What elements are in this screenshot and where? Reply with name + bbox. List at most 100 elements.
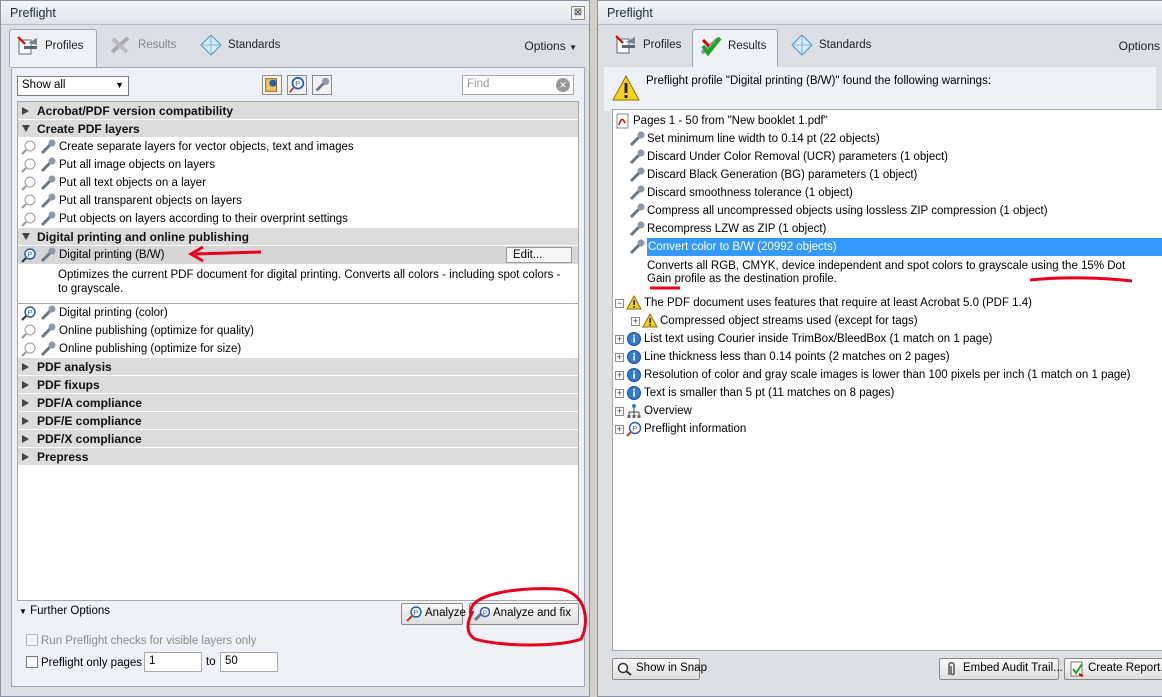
- warning-message: Preflight profile "Digital printing (B/W…: [646, 75, 992, 87]
- fixup-item[interactable]: Set minimum line width to 0.14 pt (22 ob…: [613, 130, 1162, 148]
- expand-icon[interactable]: +: [615, 370, 624, 380]
- group-label: Create PDF layers: [37, 121, 140, 136]
- further-options-toggle[interactable]: ▼ Further Options: [19, 605, 110, 617]
- profiles-content: Show all ▼ P Find ✕ Acrobat/PDF version co…: [11, 67, 585, 687]
- checkbox[interactable]: [26, 634, 38, 646]
- close-button[interactable]: ⊠: [571, 6, 585, 20]
- options-label: Options: [1118, 39, 1160, 53]
- profile-item[interactable]: Create separate layers for vector object…: [18, 138, 578, 156]
- to-page-field[interactable]: 50: [220, 652, 278, 672]
- panel-title-text: Preflight: [10, 6, 56, 20]
- expand-icon[interactable]: +: [615, 388, 624, 398]
- info-node[interactable]: + Line thickness less than 0.14 points (2…: [613, 348, 1162, 366]
- svg-text:P: P: [414, 610, 419, 617]
- tab-results[interactable]: Results: [692, 29, 778, 67]
- profile-toolbar-button-2[interactable]: P: [287, 75, 307, 95]
- tab-standards[interactable]: Standards: [784, 29, 884, 67]
- profile-item[interactable]: Put objects on layers according to their…: [18, 210, 578, 228]
- profile-item[interactable]: P Digital printing (color): [18, 304, 578, 322]
- expand-arrow-icon: [22, 452, 29, 461]
- check-icon: [21, 140, 36, 155]
- find-input[interactable]: Find ✕: [462, 75, 574, 95]
- show-in-snap-button[interactable]: Show in Snap: [612, 658, 707, 680]
- profile-label: Put all text objects on a layer: [59, 177, 207, 189]
- snap-magnifier-icon: [617, 662, 632, 676]
- tab-results[interactable]: Results: [103, 29, 183, 67]
- group-pdfe-compliance[interactable]: PDF/E compliance: [18, 412, 578, 430]
- visible-layers-option[interactable]: Run Preflight checks for visible layers …: [26, 634, 256, 647]
- from-page-field[interactable]: 1: [144, 652, 202, 672]
- fixup-item-selected[interactable]: Convert color to B/W (20992 objects): [613, 238, 1162, 256]
- expand-icon[interactable]: +: [615, 352, 624, 362]
- info-node[interactable]: + List text using Courier inside TrimBox/…: [613, 330, 1162, 348]
- checkbox[interactable]: [26, 656, 38, 668]
- further-options-label: Further Options: [30, 605, 111, 617]
- group-digital-printing[interactable]: Digital printing and online publishing: [18, 228, 578, 246]
- group-label: PDF/E compliance: [37, 413, 142, 428]
- only-pages-label: Preflight only pages: [41, 657, 143, 669]
- warning-node[interactable]: − The PDF document uses features that req…: [613, 294, 1162, 312]
- filter-select[interactable]: Show all ▼: [17, 76, 129, 96]
- fixup-item[interactable]: Discard smoothness tolerance (1 object): [613, 184, 1162, 202]
- group-pdfa-compliance[interactable]: PDF/A compliance: [18, 394, 578, 412]
- analyze-and-fix-button[interactable]: P Analyze and fix: [469, 603, 579, 625]
- profile-item[interactable]: Put all text objects on a layer: [18, 174, 578, 192]
- info-label: Resolution of color and gray scale image…: [644, 369, 1131, 381]
- panel-title: Preflight ⊠: [1, 1, 589, 25]
- analyze-button[interactable]: P Analyze: [401, 603, 466, 625]
- tab-bar: Profiles Results Standards Options: [604, 29, 1160, 67]
- fixup-item[interactable]: Discard Under Color Removal (UCR) parame…: [613, 148, 1162, 166]
- clear-search-icon[interactable]: ✕: [556, 78, 570, 92]
- tab-profiles[interactable]: Profiles: [608, 29, 694, 67]
- profile-item-selected[interactable]: PDigital printing (B/W) Edit... ▼: [18, 246, 578, 264]
- group-pdf-fixups[interactable]: PDF fixups: [18, 376, 578, 394]
- tab-profiles[interactable]: Profiles: [9, 29, 97, 67]
- profile-item[interactable]: Online publishing (optimize for size): [18, 340, 578, 358]
- create-report-button[interactable]: Create Report...: [1064, 658, 1162, 680]
- profile-item[interactable]: Online publishing (optimize for quality): [18, 322, 578, 340]
- chevron-down-icon: ▼: [115, 80, 124, 90]
- expand-icon[interactable]: +: [631, 316, 640, 326]
- preflight-info-node[interactable]: + P Preflight information: [613, 420, 1162, 438]
- show-snap-label: Show in Snap: [636, 662, 707, 674]
- options-menu[interactable]: Options: [1119, 39, 1160, 53]
- preflight-only-pages-option[interactable]: Preflight only pages: [26, 656, 142, 669]
- group-acrobat-pdf-version[interactable]: Acrobat/PDF version compatibility: [18, 102, 578, 120]
- info-node[interactable]: + Text is smaller than 5 pt (11 matches o…: [613, 384, 1162, 402]
- embed-audit-trail-button[interactable]: Embed Audit Trail...: [939, 658, 1063, 680]
- svg-text:P: P: [483, 610, 487, 617]
- tab-bar: Profiles Results Standards Options ▼: [7, 29, 583, 67]
- expand-icon[interactable]: +: [615, 406, 624, 416]
- edit-profile-button[interactable]: Edit...: [506, 247, 572, 263]
- group-prepress[interactable]: Prepress: [18, 448, 578, 466]
- info-node[interactable]: + Resolution of color and gray scale imag…: [613, 366, 1162, 384]
- profile-toolbar-button-1[interactable]: [262, 75, 282, 95]
- fixup-item[interactable]: Discard Black Generation (BG) parameters…: [613, 166, 1162, 184]
- expand-arrow-icon: [22, 380, 29, 389]
- group-pdf-analysis[interactable]: PDF analysis: [18, 358, 578, 376]
- results-tree: Pages 1 - 50 from "New booklet 1.pdf" Se…: [612, 109, 1162, 651]
- group-label: PDF/X compliance: [37, 431, 142, 446]
- overview-node[interactable]: + Overview: [613, 402, 1162, 420]
- fixup-wrench-icon: [40, 193, 56, 209]
- tree-root[interactable]: Pages 1 - 50 from "New booklet 1.pdf": [613, 112, 1162, 130]
- fixup-item[interactable]: Recompress LZW as ZIP (1 object): [613, 220, 1162, 238]
- standards-icon: [200, 34, 222, 56]
- fixup-item[interactable]: Compress all uncompressed objects using …: [613, 202, 1162, 220]
- profile-toolbar-button-3[interactable]: [312, 75, 332, 95]
- profile-item[interactable]: Put all transparent objects on layers: [18, 192, 578, 210]
- group-create-pdf-layers[interactable]: Create PDF layers: [18, 120, 578, 138]
- create-report-label: Create Report...: [1088, 662, 1162, 674]
- expand-icon[interactable]: +: [615, 424, 624, 434]
- warning-child[interactable]: + Compressed object streams used (except …: [613, 312, 1162, 330]
- overview-label: Overview: [644, 405, 692, 417]
- collapse-icon[interactable]: −: [615, 298, 624, 308]
- profile-item[interactable]: Put all image objects on layers: [18, 156, 578, 174]
- group-pdfx-compliance[interactable]: PDF/X compliance: [18, 430, 578, 448]
- fixup-wrench-icon: [629, 203, 645, 219]
- options-menu[interactable]: Options ▼: [524, 39, 577, 53]
- info-label: Line thickness less than 0.14 points (2 …: [644, 351, 950, 363]
- profile-description: Optimizes the current PDF document for d…: [18, 264, 578, 304]
- expand-icon[interactable]: +: [615, 334, 624, 344]
- tab-standards[interactable]: Standards: [193, 29, 293, 67]
